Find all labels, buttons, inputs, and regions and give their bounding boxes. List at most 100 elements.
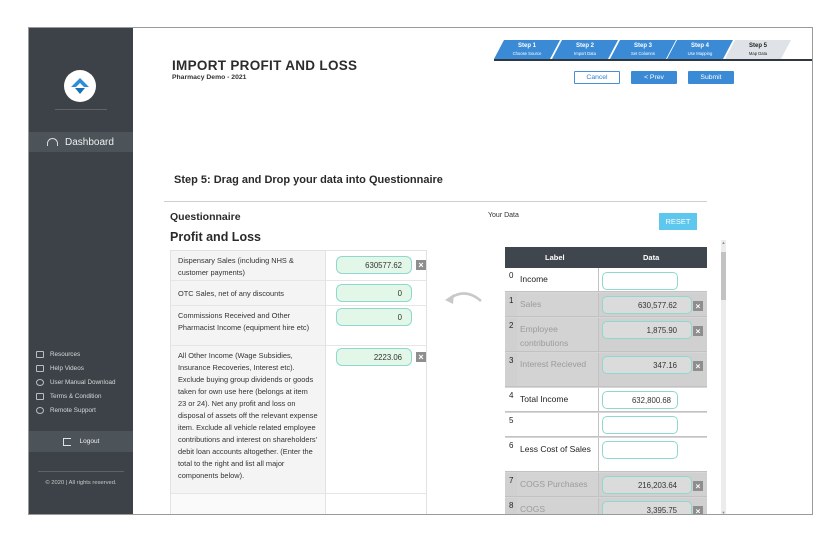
data-field[interactable] — [602, 272, 678, 290]
row-label: Commissions Received and Other Pharmacis… — [171, 306, 326, 345]
row-label: OTC Sales, net of any discounts — [171, 281, 326, 305]
resources-icon — [36, 350, 44, 358]
data-field[interactable]: 1,875.90 — [602, 321, 692, 339]
page-subtitle: Pharmacy Demo - 2021 — [172, 74, 247, 81]
document-icon — [36, 392, 44, 400]
reset-button[interactable]: RESET — [659, 213, 697, 230]
logout-button[interactable]: Logout — [29, 431, 133, 452]
link-label: User Manual Download — [50, 378, 116, 386]
step-label: Choose Source — [512, 51, 542, 56]
row-label: Dispensary Sales (including NHS & custom… — [171, 251, 326, 280]
step-number: Step 1 — [517, 43, 536, 49]
remove-icon[interactable]: × — [416, 352, 426, 362]
logout-icon — [62, 437, 71, 446]
cancel-button[interactable]: Cancel — [574, 71, 620, 84]
questionnaire-row: All Other Income (Wage Subsidies, Insura… — [171, 346, 426, 494]
row-index: 6 — [509, 441, 514, 450]
row-label — [171, 494, 326, 514]
row-label: Income — [517, 268, 599, 291]
drop-field[interactable]: 2223.06 — [336, 348, 412, 366]
table-row[interactable]: 7 COGS Purchases 216,203.64 × — [505, 473, 707, 497]
submit-button[interactable]: Submit — [688, 71, 734, 84]
video-icon — [36, 364, 44, 372]
remove-icon[interactable]: × — [693, 361, 703, 371]
step-number: Step 2 — [575, 43, 594, 49]
drop-field[interactable]: 630577.62 — [336, 256, 412, 274]
drag-arrow-icon — [445, 292, 482, 304]
row-index: 2 — [509, 321, 514, 330]
table-row[interactable]: 8 COGS 3,395.75 × — [505, 498, 707, 514]
data-field[interactable]: 632,800.68 — [602, 391, 678, 409]
logo[interactable] — [64, 70, 96, 102]
remove-icon[interactable]: × — [416, 260, 426, 270]
scrollbar[interactable]: ▲ ▼ — [721, 240, 726, 514]
remove-icon[interactable]: × — [693, 506, 703, 514]
link-label: Remote Support — [50, 406, 96, 414]
table-row[interactable]: 3 Interest Recieved 347.16 × — [505, 353, 707, 387]
remove-icon[interactable]: × — [693, 301, 703, 311]
step-number: Step 3 — [633, 43, 652, 49]
table-row[interactable]: 1 Sales 630,577.62 × — [505, 293, 707, 317]
row-label: Sales — [517, 293, 599, 316]
step-3[interactable]: Step 3 Set Columns — [610, 40, 676, 59]
copyright: © 2020 | All rights reserved. — [45, 480, 117, 486]
row-index: 8 — [509, 501, 514, 510]
table-row[interactable]: 5 — [505, 413, 707, 437]
row-label: Employee contributions — [517, 318, 599, 351]
scrollbar-thumb[interactable] — [721, 252, 726, 300]
section-title: Profit and Loss — [170, 230, 261, 244]
scroll-down-icon[interactable]: ▼ — [721, 510, 726, 514]
drop-field[interactable]: 0 — [336, 308, 412, 326]
link-label: Resources — [50, 350, 81, 358]
logout-label: Logout — [79, 438, 100, 445]
scroll-up-icon[interactable]: ▲ — [721, 240, 726, 245]
questionnaire-row: Dispensary Sales (including NHS & custom… — [171, 251, 426, 281]
sidebar-link-resources[interactable]: Resources — [36, 347, 115, 361]
step-1[interactable]: Step 1 Choose Source — [494, 40, 560, 59]
row-label: All Other Income (Wage Subsidies, Insura… — [171, 346, 326, 493]
sidebar-link-terms[interactable]: Terms & Condition — [36, 389, 115, 403]
your-data-table: Label Data 0 Income 1 Sales 630,577.62 ×… — [505, 247, 707, 514]
sidebar: Dashboard Resources Help Videos User Man… — [29, 28, 133, 514]
sidebar-item-label: Dashboard — [65, 136, 114, 148]
drop-field[interactable]: 0 — [336, 284, 412, 302]
prev-button[interactable]: < Prev — [631, 71, 677, 84]
sidebar-link-remote-support[interactable]: Remote Support — [36, 403, 115, 417]
data-field[interactable]: 3,395.75 — [602, 501, 692, 514]
lightbulb-icon — [36, 378, 44, 386]
questionnaire-table: Dispensary Sales (including NHS & custom… — [170, 250, 427, 514]
step-number: Step 4 — [690, 43, 709, 49]
app-window: Dashboard Resources Help Videos User Man… — [28, 27, 813, 515]
data-field[interactable]: 347.16 — [602, 356, 692, 374]
sidebar-link-user-manual[interactable]: User Manual Download — [36, 375, 115, 389]
table-row[interactable]: 6 Less Cost of Sales — [505, 438, 707, 472]
sidebar-item-dashboard[interactable]: Dashboard — [29, 132, 133, 152]
table-row[interactable]: 2 Employee contributions 1,875.90 × — [505, 318, 707, 352]
table-row[interactable]: 0 Income — [505, 268, 707, 292]
column-header-data: Data — [643, 253, 660, 262]
remove-icon[interactable]: × — [693, 481, 703, 491]
row-label — [517, 413, 599, 436]
step-label: Use Mapping — [687, 51, 713, 56]
divider — [164, 201, 707, 202]
step-2[interactable]: Step 2 Import Data — [552, 40, 618, 59]
table-row[interactable]: 4 Total Income 632,800.68 — [505, 388, 707, 412]
step-5[interactable]: Step 5 Map Data — [725, 40, 791, 59]
sidebar-link-help-videos[interactable]: Help Videos — [36, 361, 115, 375]
page-title: IMPORT PROFIT AND LOSS — [172, 58, 358, 73]
data-field[interactable] — [602, 441, 678, 459]
data-field[interactable]: 630,577.62 — [602, 296, 692, 314]
logo-icon — [71, 78, 89, 94]
remove-icon[interactable]: × — [693, 326, 703, 336]
questionnaire-title: Questionnaire — [170, 211, 241, 223]
row-label: Total Income — [517, 388, 599, 411]
row-index: 4 — [509, 391, 514, 400]
step-4[interactable]: Step 4 Use Mapping — [667, 40, 733, 59]
wizard-steps: Step 1 Choose Source Step 2 Import Data St… — [444, 40, 812, 62]
row-index: 0 — [509, 271, 514, 280]
data-field[interactable]: 216,203.64 — [602, 476, 692, 494]
data-field[interactable] — [602, 416, 678, 434]
divider — [38, 471, 124, 472]
column-header-label: Label — [545, 253, 565, 262]
row-label: COGS Purchases — [517, 473, 599, 496]
